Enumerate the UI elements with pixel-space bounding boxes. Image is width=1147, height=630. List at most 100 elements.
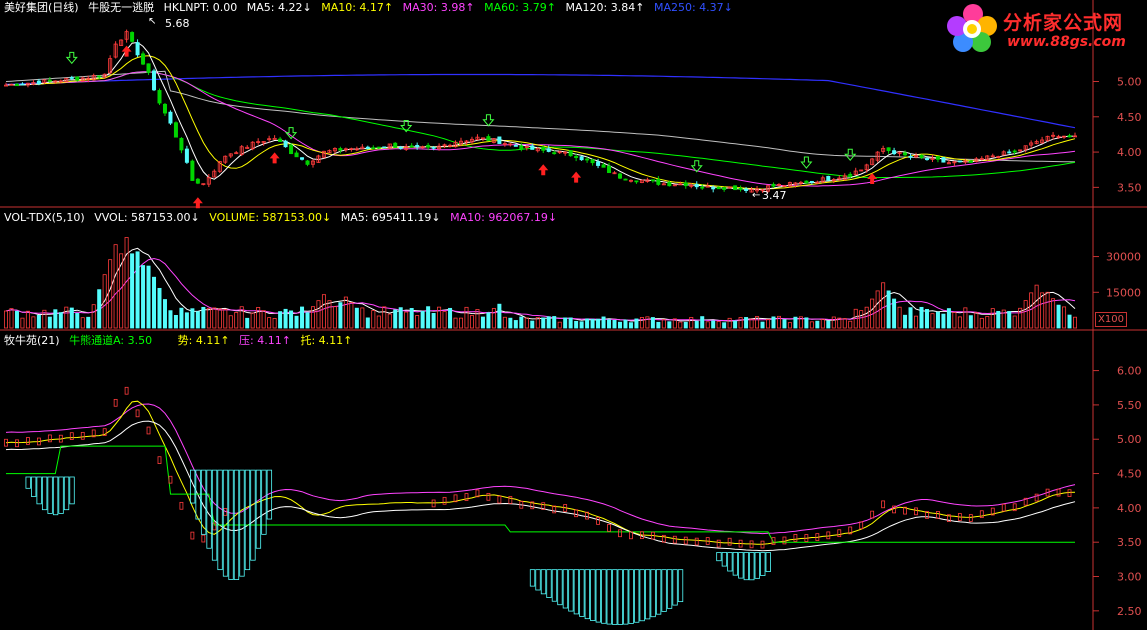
volume-bar [924,308,929,329]
volume-bar [557,321,562,329]
volume-bar [1007,311,1012,329]
volume-bar [930,313,935,329]
volume-bar [36,315,41,329]
volume-bar [442,311,447,329]
volume-bar [393,309,398,329]
indicator-candle [914,507,918,516]
sell-arrow-icon [482,114,495,127]
candle-body [338,148,343,151]
channel-drop-bar [666,569,673,609]
volume-bar [31,316,36,329]
volume-bar [952,312,957,329]
volume-bars[interactable] [4,237,1078,329]
indicator-name: 牛股无一逃脱 [88,1,155,14]
sell-arrow-icon [284,127,298,140]
indicator-candle [826,531,831,540]
high-price-label: 5.68 [165,17,190,30]
candle-body [826,175,831,181]
volume-bar [9,308,14,329]
buy-arrow-icon [269,152,280,164]
indicator-candle [486,492,491,501]
low-arrow: ← [752,190,760,201]
volume-bar [661,319,666,329]
channel-drop-bar [244,469,251,571]
volume-unit-badge: X100 [1095,312,1127,327]
candle-body [968,160,973,163]
candle-body [541,147,546,151]
candle-body [486,136,491,142]
candle-body [711,187,716,190]
logo-title: 分析家公式网 [1003,12,1124,34]
indicator-axis-tick: 4.50 [1117,468,1142,481]
volume-bar [782,319,787,329]
candle-body [546,148,551,152]
volume-bar [289,310,294,329]
volume-bar [914,315,919,329]
candle-body [371,147,376,150]
indicator-candle [135,409,140,418]
volume-bar [623,319,628,329]
volume-bar [321,294,326,329]
volume-bar [431,312,436,329]
price-header: 美好集团(日线) 牛股无一逃脱 HKLNPT: 0.00 MA5: 4.22↓ … [4,0,739,16]
volume-bar [968,315,973,329]
volume-bar [217,308,222,329]
indicator-axis-tick: 3.00 [1117,571,1142,584]
candle-body [376,146,381,149]
candle-body [20,83,25,86]
trend-value: 势: 4.11↑ [177,334,230,347]
support-line [5,420,1076,552]
indicator-candle [793,534,798,542]
channel-drop-bar [239,469,245,577]
stock-chart-canvas[interactable]: 5.00 4.50 4.00 3.50 30000 15000 6.00 5.50 5.00 4.… [0,0,1147,630]
sell-arrow-icon [844,148,857,162]
volume-bar [332,306,337,329]
volume-bar [1067,314,1072,329]
volume-bar [491,308,496,329]
candle-body [1007,151,1012,154]
channel-drop-bar [606,569,612,625]
volume-bar [946,308,951,329]
volume-bar [842,318,847,329]
candle-body [804,180,809,184]
candle-body [305,160,310,165]
volume-bar [519,316,524,329]
channel-drop-bar [738,552,744,579]
volume-bar [612,319,617,329]
ma30-value: MA30: 3.98↑ [402,1,475,14]
volume-ma10-value: MA10: 962067.19↓ [450,211,558,224]
ma5-line [5,41,1076,190]
volume-bar [1051,298,1056,329]
volume-ma5-value: MA5: 695411.19↓ [340,211,441,224]
volume-bar [524,317,529,329]
volume-header: VOL-TDX(5,10) VVOL: 587153.00↓ VOLUME: 5… [4,210,563,226]
candle-body [393,142,398,148]
candle-body [744,188,749,192]
candle-body [935,156,940,160]
volume-bar [141,265,146,329]
channel-drop-bar [672,569,678,606]
price-axis-tick: 4.00 [1117,146,1142,159]
candle-body [157,90,162,104]
candle-body [568,150,573,157]
volume-bar [343,296,348,329]
volume-bar [683,321,688,329]
candle-body [590,159,595,164]
candle-body [1012,150,1017,153]
indicator-candle [837,529,842,538]
candle-body [733,185,738,191]
channel-drop-bar [584,569,590,620]
volume-bar [1029,292,1034,329]
candle-body [596,161,601,166]
candle-body [957,160,962,163]
candle-body [574,155,579,159]
candle-body [141,53,146,65]
volume-bar [294,315,299,329]
channel-drop-bar [612,569,618,625]
volume-bar [453,317,458,329]
volume-bar [694,320,699,329]
candle-body [152,70,157,91]
volume-value: VOLUME: 587153.00↓ [209,211,332,224]
volume-bar [376,315,381,329]
volume-bar [607,319,612,329]
